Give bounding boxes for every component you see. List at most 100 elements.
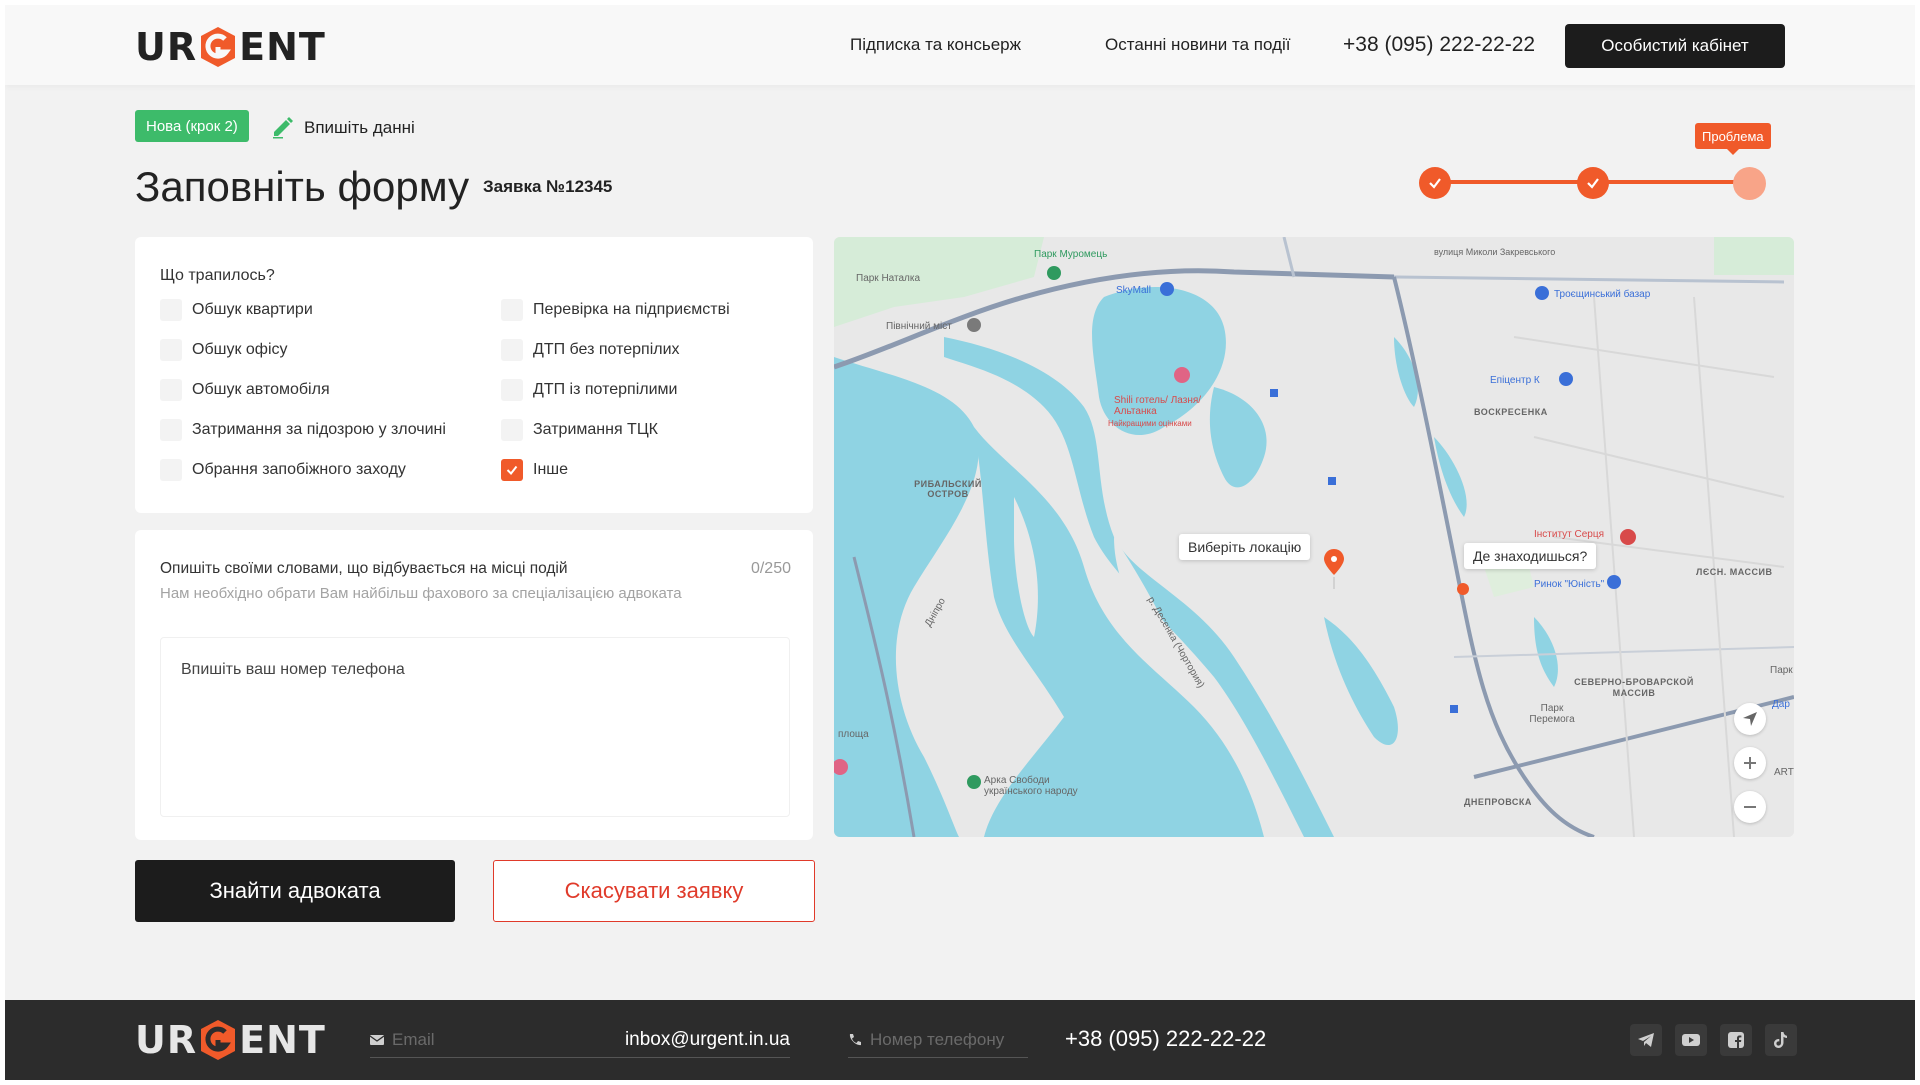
facebook-button[interactable] bbox=[1720, 1024, 1752, 1056]
header: UR ENT Підписка та консьерж Останні нови… bbox=[5, 5, 1915, 85]
location-map[interactable]: Парк Муромець Парк Наталка SkyMall Півні… bbox=[834, 237, 1794, 837]
option-car-search[interactable]: Обшук автомобіля bbox=[160, 379, 330, 401]
phone-icon bbox=[849, 1033, 861, 1045]
map-label: Найкращими оцінками bbox=[1108, 419, 1192, 428]
nav-news[interactable]: Останні новини та події bbox=[1105, 35, 1291, 55]
checkbox[interactable] bbox=[501, 419, 523, 441]
logo-ur: UR bbox=[135, 25, 198, 69]
header-phone[interactable]: +38 (095) 222-22-22 bbox=[1343, 33, 1535, 57]
option-preventive-measure[interactable]: Обрання запобіжного заходу bbox=[160, 459, 406, 481]
zoom-in-button[interactable] bbox=[1734, 747, 1766, 779]
option-label: Затримання ТЦК bbox=[533, 421, 658, 438]
map-label: ДНЕПРОВСКА bbox=[1464, 797, 1532, 807]
description-card: Опишіть своїми словами, що відбувається … bbox=[135, 530, 813, 840]
find-lawyer-button[interactable]: Знайти адвоката bbox=[135, 860, 455, 922]
checkbox[interactable] bbox=[160, 299, 182, 321]
step-tooltip: Проблема bbox=[1695, 123, 1771, 155]
order-number: Заявка №12345 bbox=[483, 177, 613, 196]
checkbox-checked[interactable] bbox=[501, 459, 523, 481]
page-title: Заповніть форму bbox=[135, 163, 470, 210]
step-line-2 bbox=[1595, 180, 1750, 184]
description-hint: Нам необхідно обрати Вам найбільш фахово… bbox=[160, 585, 682, 602]
status-badge: Нова (крок 2) bbox=[135, 110, 249, 142]
map-label: Парк Муромець bbox=[1034, 249, 1108, 260]
choose-location-tooltip: Виберіть локацію bbox=[1179, 534, 1311, 560]
logo-hexagon-icon bbox=[201, 27, 236, 67]
map-label: Shili готель/ Лазня/Альтанка bbox=[1114, 395, 1202, 417]
option-accident-victims[interactable]: ДТП із потерпілими bbox=[501, 379, 677, 401]
map-label: Ринок "Юність" bbox=[1534, 579, 1605, 590]
option-label: Інше bbox=[533, 461, 569, 478]
checkbox[interactable] bbox=[501, 299, 523, 321]
checkbox[interactable] bbox=[160, 419, 182, 441]
option-other[interactable]: Інше bbox=[501, 459, 568, 481]
navigation-arrow-icon bbox=[1743, 712, 1757, 726]
step-line-1 bbox=[1435, 180, 1595, 184]
footer-email-field[interactable]: Email inbox@urgent.in.ua bbox=[370, 1022, 790, 1058]
incident-type-title: Що трапилось? bbox=[160, 267, 275, 284]
zoom-out-button[interactable] bbox=[1734, 791, 1766, 823]
telegram-button[interactable] bbox=[1630, 1024, 1662, 1056]
checkbox[interactable] bbox=[501, 379, 523, 401]
option-company-inspection[interactable]: Перевірка на підприємстві bbox=[501, 299, 730, 321]
email-value[interactable]: inbox@urgent.in.ua bbox=[625, 1029, 790, 1051]
plus-icon bbox=[1744, 757, 1756, 769]
checkbox[interactable] bbox=[160, 459, 182, 481]
option-office-search[interactable]: Обшук офісу bbox=[160, 339, 288, 361]
option-label: Перевірка на підприємстві bbox=[533, 301, 730, 318]
check-icon bbox=[1429, 178, 1441, 189]
map-label: ART bbox=[1774, 767, 1794, 778]
envelope-icon bbox=[370, 1034, 384, 1045]
checkbox[interactable] bbox=[160, 339, 182, 361]
map-label: Епіцентр К bbox=[1490, 375, 1540, 386]
map-label: Парк bbox=[1770, 665, 1793, 676]
step-3-current bbox=[1733, 167, 1766, 200]
map-label: РИБАЛЬСКИЙ ОСТРОВ bbox=[914, 479, 982, 499]
edit-label[interactable]: Впишіть данні bbox=[304, 118, 415, 138]
locate-me-button[interactable] bbox=[1734, 703, 1766, 735]
map-label: Північний міст bbox=[886, 321, 952, 332]
map-label: Троєщинський базар bbox=[1554, 289, 1651, 300]
minus-icon bbox=[1744, 806, 1756, 808]
email-placeholder: Email bbox=[392, 1029, 435, 1049]
option-detention-suspicion[interactable]: Затримання за підозрою у злочині bbox=[160, 419, 446, 441]
footer-phone[interactable]: +38 (095) 222-22-22 bbox=[1065, 1026, 1266, 1052]
option-label: Обшук офісу bbox=[192, 341, 288, 358]
description-textarea[interactable]: Впишіть ваш номер телефона bbox=[160, 637, 790, 817]
map-label: СЕВЕРНО-БРОВАРСКОЙ МАССИВ bbox=[1574, 677, 1694, 698]
tiktok-icon bbox=[1774, 1032, 1787, 1048]
option-label: Обрання запобіжного заходу bbox=[192, 461, 406, 478]
app-frame: UR ENT Підписка та консьерж Останні нови… bbox=[5, 5, 1915, 1080]
option-accident-no-victims[interactable]: ДТП без потерпілих bbox=[501, 339, 680, 361]
option-label: Затримання за підозрою у злочині bbox=[192, 421, 446, 438]
nav-subscription[interactable]: Підписка та консьерж bbox=[850, 35, 1021, 55]
map-label: ВОСКРЕСЕНКА bbox=[1474, 407, 1548, 417]
map-label: ЛЄСН. МАССИВ bbox=[1696, 567, 1773, 577]
telegram-icon bbox=[1638, 1033, 1654, 1047]
check-icon bbox=[506, 465, 518, 476]
tiktok-button[interactable] bbox=[1765, 1024, 1797, 1056]
youtube-button[interactable] bbox=[1675, 1024, 1707, 1056]
footer-logo[interactable]: UR ENT bbox=[135, 1018, 326, 1062]
step-1-done bbox=[1419, 167, 1451, 199]
footer-phone-field[interactable]: Номер телефону bbox=[848, 1022, 1028, 1058]
cabinet-button[interactable]: Особистий кабінет bbox=[1565, 24, 1785, 68]
logo-hexagon-icon bbox=[201, 1020, 236, 1060]
map-label: Парк Наталка bbox=[856, 273, 921, 284]
option-label: Обшук автомобіля bbox=[192, 381, 330, 398]
youtube-icon bbox=[1682, 1034, 1700, 1046]
cancel-request-button[interactable]: Скасувати заявку bbox=[493, 860, 815, 922]
option-apartment-search[interactable]: Обшук квартири bbox=[160, 299, 313, 321]
logo[interactable]: UR ENT bbox=[135, 25, 326, 69]
checkbox[interactable] bbox=[160, 379, 182, 401]
description-title: Опишіть своїми словами, що відбувається … bbox=[160, 560, 568, 577]
option-tck-detention[interactable]: Затримання ТЦК bbox=[501, 419, 658, 441]
option-label: Обшук квартири bbox=[192, 301, 313, 318]
checkbox[interactable] bbox=[501, 339, 523, 361]
map-label: площа bbox=[838, 729, 869, 740]
step-2-done bbox=[1577, 167, 1609, 199]
logo-ent: ENT bbox=[239, 25, 326, 69]
map-label: Арка Свободи українського народу bbox=[984, 775, 1078, 797]
logo-ur: UR bbox=[135, 1018, 198, 1062]
map-label: Парк Перемога bbox=[1529, 703, 1575, 725]
